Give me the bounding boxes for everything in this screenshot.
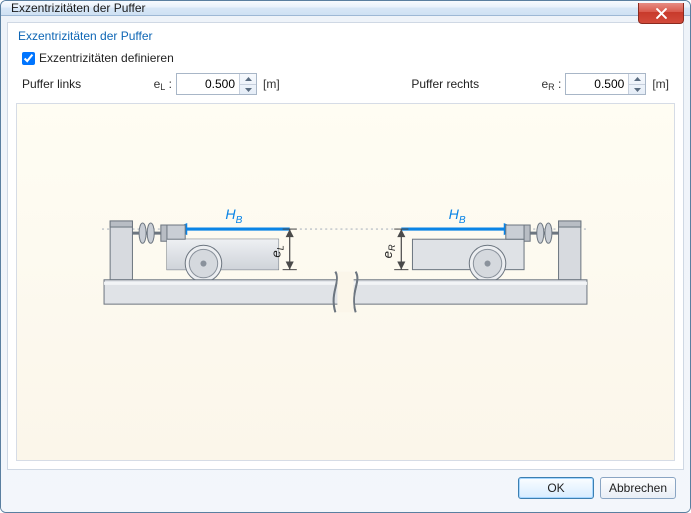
content-panel: Exzentrizitäten der Puffer Exzentrizität… [7, 22, 684, 470]
left-symbol: eL : [150, 77, 172, 91]
right-unit: [m] [652, 77, 669, 91]
parameter-row: Puffer links eL : [m] [22, 73, 669, 95]
define-eccentricities-checkbox[interactable]: Exzentrizitäten definieren [22, 51, 675, 65]
left-buffer-label: Puffer links [22, 77, 102, 91]
close-button[interactable] [638, 3, 684, 24]
right-spin-down[interactable] [629, 84, 645, 95]
client-area: Exzentrizitäten der Puffer Exzentrizität… [1, 16, 690, 512]
hb-right-label: HB [449, 207, 466, 226]
diagram-panel: HB HB [16, 103, 675, 461]
section-title: Exzentrizitäten der Puffer [18, 29, 675, 43]
right-value-spinner[interactable] [565, 73, 646, 95]
right-value-input[interactable] [566, 74, 628, 94]
define-eccentricities-input[interactable] [22, 52, 35, 65]
left-buffer-group: Puffer links eL : [m] [22, 73, 280, 95]
right-spin-up[interactable] [629, 74, 645, 84]
left-unit: [m] [263, 77, 280, 91]
dialog-window: Exzentrizitäten der Puffer Exzentrizität… [0, 0, 691, 513]
left-spin-down[interactable] [240, 84, 256, 95]
left-value-input[interactable] [177, 74, 239, 94]
right-symbol: eR : [539, 77, 561, 91]
cancel-button[interactable]: Abbrechen [600, 477, 676, 499]
button-row: OK Abbrechen [7, 470, 684, 506]
chevron-down-icon [245, 88, 252, 92]
right-buffer-group: Puffer rechts eR : [m] [411, 73, 669, 95]
define-eccentricities-label: Exzentrizitäten definieren [39, 51, 174, 65]
window-title: Exzentrizitäten der Puffer [11, 1, 146, 15]
right-spinner-arrows [628, 74, 645, 94]
diagram-er-dim: eR [380, 229, 408, 270]
svg-text:eR: eR [380, 244, 397, 258]
close-icon [656, 8, 667, 19]
hb-left-label: HB [225, 207, 242, 226]
left-value-spinner[interactable] [176, 73, 257, 95]
ok-button[interactable]: OK [518, 477, 594, 499]
chevron-up-icon [245, 77, 252, 81]
left-spinner-arrows [239, 74, 256, 94]
title-bar: Exzentrizitäten der Puffer [1, 1, 690, 16]
left-spin-up[interactable] [240, 74, 256, 84]
right-buffer-label: Puffer rechts [411, 77, 491, 91]
diagram-svg: HB HB [31, 118, 660, 446]
chevron-up-icon [634, 77, 641, 81]
chevron-down-icon [634, 88, 641, 92]
